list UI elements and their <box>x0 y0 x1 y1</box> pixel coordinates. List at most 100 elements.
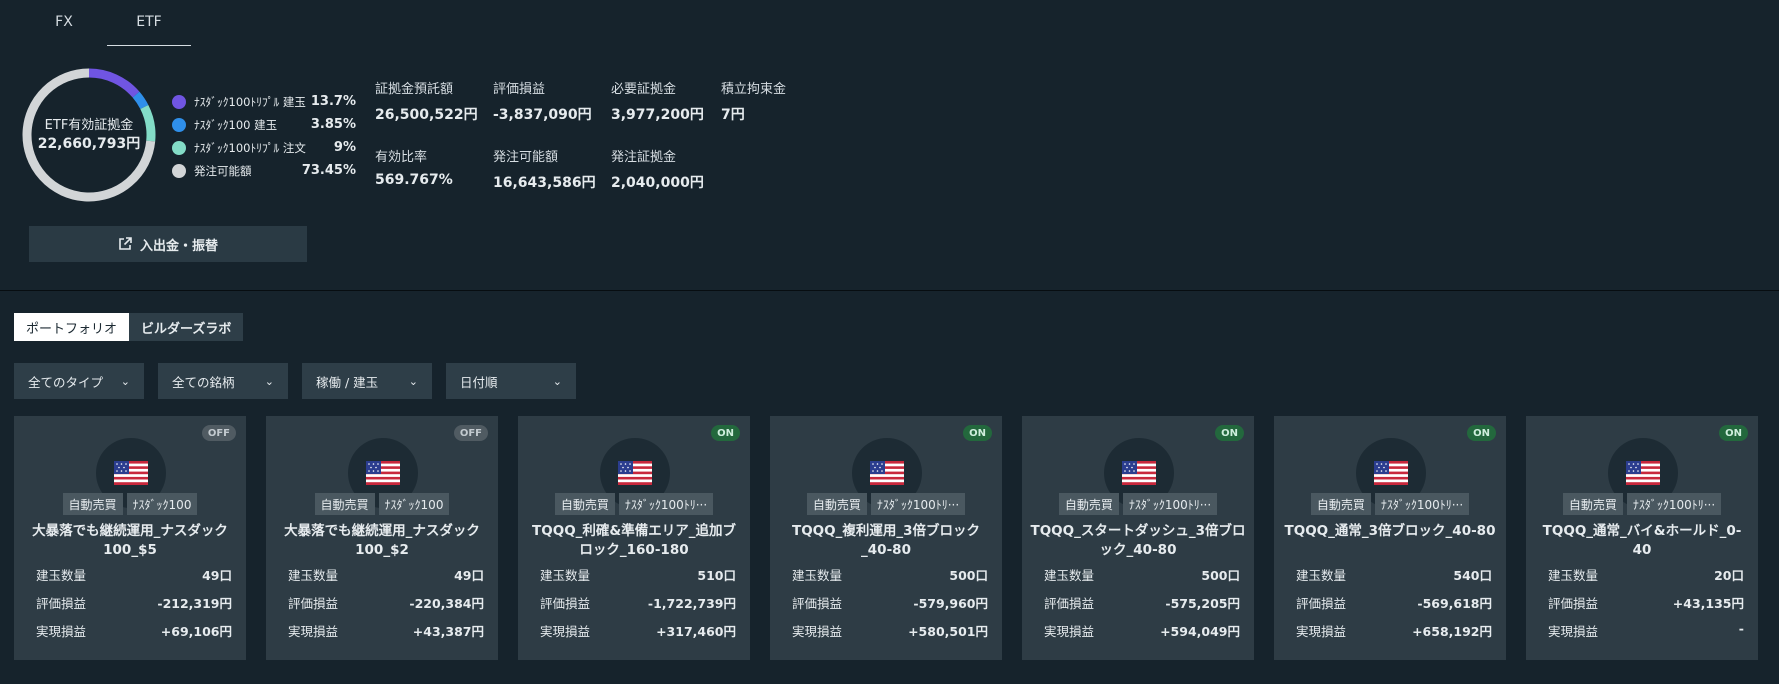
stat-label: 発注証拠金 <box>611 150 677 165</box>
row-label: 評価損益 <box>36 596 87 611</box>
us-flag-icon <box>618 461 652 485</box>
row-value: 500口 <box>949 568 988 583</box>
legend-pct: 73.45% <box>301 163 356 178</box>
tag-symbol: ﾅｽﾀﾞｯｸ100ﾄﾘ··· <box>870 493 966 515</box>
strategy-card[interactable]: ON 自動売買 ﾅｽﾀﾞｯｸ100ﾄﾘ··· TQQQ_スタートダッシュ_3倍ブ… <box>1022 416 1254 660</box>
row-unrealized-pl: 評価損益 -1,722,739円 <box>540 593 736 612</box>
row-label: 建玉数量 <box>540 568 591 583</box>
strategy-card[interactable]: OFF 自動売買 ﾅｽﾀﾞｯｸ100 大暴落でも継続運用_ナスダック10 <box>266 416 498 660</box>
status-badge[interactable]: ON <box>1719 425 1748 441</box>
tag-auto-trade: 自動売買 <box>1562 493 1623 515</box>
strategy-card[interactable]: ON 自動売買 ﾅｽﾀﾞｯｸ100ﾄﾘ··· TQQQ_通常_バイ&ホールド_0… <box>1526 416 1758 660</box>
donut-legend: ﾅｽﾀﾞｯｸ100ﾄﾘﾌﾟﾙ 建玉 13.7% ﾅｽﾀﾞｯｸ100 建玉 3.8… <box>172 90 356 182</box>
tab-fx[interactable]: FX <box>22 14 106 46</box>
strategy-card[interactable]: ON 自動売買 ﾅｽﾀﾞｯｸ100ﾄﾘ··· TQQQ_複利運用_3倍ブロック_… <box>770 416 1002 660</box>
legend-pct: 9% <box>333 140 356 155</box>
filter-type-select[interactable]: 全てのタイプ ⌄ <box>14 363 144 399</box>
row-label: 実現損益 <box>792 624 843 639</box>
stat-value: 3,977,200円 <box>611 107 704 123</box>
row-value: 540口 <box>1453 568 1492 583</box>
tag-symbol: ﾅｽﾀﾞｯｸ100ﾄﾘ··· <box>1626 493 1722 515</box>
tab-builders-lab[interactable]: ビルダーズラボ <box>129 313 244 341</box>
stat-value: 16,643,586円 <box>493 175 596 191</box>
stat-label: 評価損益 <box>493 82 546 97</box>
card-tags: 自動売買 ﾅｽﾀﾞｯｸ100ﾄﾘ··· <box>518 493 750 515</box>
row-realized-pl: 実現損益 +317,460円 <box>540 621 736 640</box>
tag-auto-trade: 自動売買 <box>1058 493 1119 515</box>
status-badge[interactable]: ON <box>1467 425 1496 441</box>
card-title: TQQQ_複利運用_3倍ブロック_40-80 <box>791 523 981 558</box>
card-tags: 自動売買 ﾅｽﾀﾞｯｸ100ﾄﾘ··· <box>1022 493 1254 515</box>
chevron-down-icon: ⌄ <box>264 374 274 388</box>
tab-etf[interactable]: ETF <box>107 14 191 46</box>
row-value: 510口 <box>697 568 736 583</box>
tag-auto-trade: 自動売買 <box>806 493 867 515</box>
row-value: -220,384円 <box>409 596 484 611</box>
filter-label: 稼働 / 建玉 <box>316 374 379 390</box>
status-badge[interactable]: OFF <box>453 425 488 441</box>
card-title: TQQQ_通常_バイ&ホールド_0-40 <box>1542 523 1742 558</box>
card-tags: 自動売買 ﾅｽﾀﾞｯｸ100ﾄﾘ··· <box>1526 493 1758 515</box>
deposit-transfer-button[interactable]: 入出金・振替 <box>29 226 307 262</box>
row-quantity: 建玉数量 510口 <box>540 565 736 584</box>
tag-symbol: ﾅｽﾀﾞｯｸ100ﾄﾘ··· <box>1374 493 1470 515</box>
strategy-card[interactable]: OFF 自動売買 ﾅｽﾀﾞｯｸ100 大暴落でも継続運用_ナスダック10 <box>14 416 246 660</box>
row-value: - <box>1738 621 1744 636</box>
deposit-transfer-label: 入出金・振替 <box>139 238 218 254</box>
chevron-down-icon: ⌄ <box>552 374 562 388</box>
row-value: +43,135円 <box>1672 596 1744 611</box>
row-label: 建玉数量 <box>1548 568 1599 583</box>
status-badge[interactable]: ON <box>1215 425 1244 441</box>
tag-symbol: ﾅｽﾀﾞｯｸ100ﾄﾘ··· <box>1122 493 1218 515</box>
stat-deposit: 証拠金預託額 26,500,522円 <box>375 78 478 124</box>
tag-auto-trade: 自動売買 <box>62 493 123 515</box>
row-value: -212,319円 <box>157 596 232 611</box>
status-badge[interactable]: OFF <box>201 425 236 441</box>
legend-pct: 3.85% <box>310 117 356 132</box>
stat-effective-ratio: 有効比率 569.767% <box>375 146 453 188</box>
row-quantity: 建玉数量 540口 <box>1296 565 1492 584</box>
row-realized-pl: 実現損益 +594,049円 <box>1044 621 1240 640</box>
margin-donut-chart: ETF有効証拠金 22,660,793円 <box>20 66 158 204</box>
chevron-down-icon: ⌄ <box>120 374 130 388</box>
filter-symbol-select[interactable]: 全ての銘柄 ⌄ <box>158 363 288 399</box>
row-unrealized-pl: 評価損益 -212,319円 <box>36 593 232 612</box>
row-unrealized-pl: 評価損益 +43,135円 <box>1548 593 1744 612</box>
status-badge[interactable]: ON <box>963 425 992 441</box>
filter-sort-select[interactable]: 日付順 ⌄ <box>446 363 576 399</box>
row-label: 評価損益 <box>540 596 591 611</box>
row-label: 実現損益 <box>36 624 87 639</box>
row-label: 実現損益 <box>288 624 339 639</box>
card-title: TQQQ_利確&準備エリア_追加ブロック_160-180 <box>532 523 736 558</box>
tab-portfolio[interactable]: ポートフォリオ <box>14 313 130 341</box>
row-label: 建玉数量 <box>288 568 339 583</box>
row-realized-pl: 実現損益 +658,192円 <box>1296 621 1492 640</box>
stat-value: 2,040,000円 <box>611 175 704 191</box>
card-title: TQQQ_スタートダッシュ_3倍ブロック_40-80 <box>1030 523 1246 558</box>
stat-required-margin: 必要証拠金 3,977,200円 <box>611 78 704 124</box>
status-badge[interactable]: ON <box>711 425 740 441</box>
donut-amount: 22,660,793円 <box>37 136 141 152</box>
row-value: +594,049円 <box>1160 624 1240 639</box>
row-label: 実現損益 <box>1044 624 1095 639</box>
us-flag-icon <box>870 461 904 485</box>
us-flag-icon <box>114 461 148 485</box>
card-tags: 自動売買 ﾅｽﾀﾞｯｸ100ﾄﾘ··· <box>1274 493 1506 515</box>
strategy-card[interactable]: ON 自動売買 ﾅｽﾀﾞｯｸ100ﾄﾘ··· TQQQ_通常_3倍ブロック_40… <box>1274 416 1506 660</box>
row-unrealized-pl: 評価損益 -579,960円 <box>792 593 988 612</box>
row-value: -569,618円 <box>1417 596 1492 611</box>
row-quantity: 建玉数量 500口 <box>792 565 988 584</box>
row-label: 建玉数量 <box>1044 568 1095 583</box>
row-value: 20口 <box>1714 568 1744 583</box>
row-label: 実現損益 <box>1296 624 1347 639</box>
strategy-card[interactable]: ON 自動売買 ﾅｽﾀﾞｯｸ100ﾄﾘ··· TQQQ_利確&準備エリア_追加ブ… <box>518 416 750 660</box>
legend-dot <box>172 163 186 178</box>
card-title: 大暴落でも継続運用_ナスダック100_$5 <box>32 523 228 558</box>
tag-symbol: ﾅｽﾀﾞｯｸ100 <box>126 493 198 515</box>
filter-status-select[interactable]: 稼働 / 建玉 ⌄ <box>302 363 432 399</box>
legend-label: ﾅｽﾀﾞｯｸ100 建玉 <box>194 117 278 132</box>
row-quantity: 建玉数量 49口 <box>288 565 484 584</box>
row-label: 評価損益 <box>1548 596 1599 611</box>
row-label: 建玉数量 <box>1296 568 1347 583</box>
row-label: 評価損益 <box>1044 596 1095 611</box>
